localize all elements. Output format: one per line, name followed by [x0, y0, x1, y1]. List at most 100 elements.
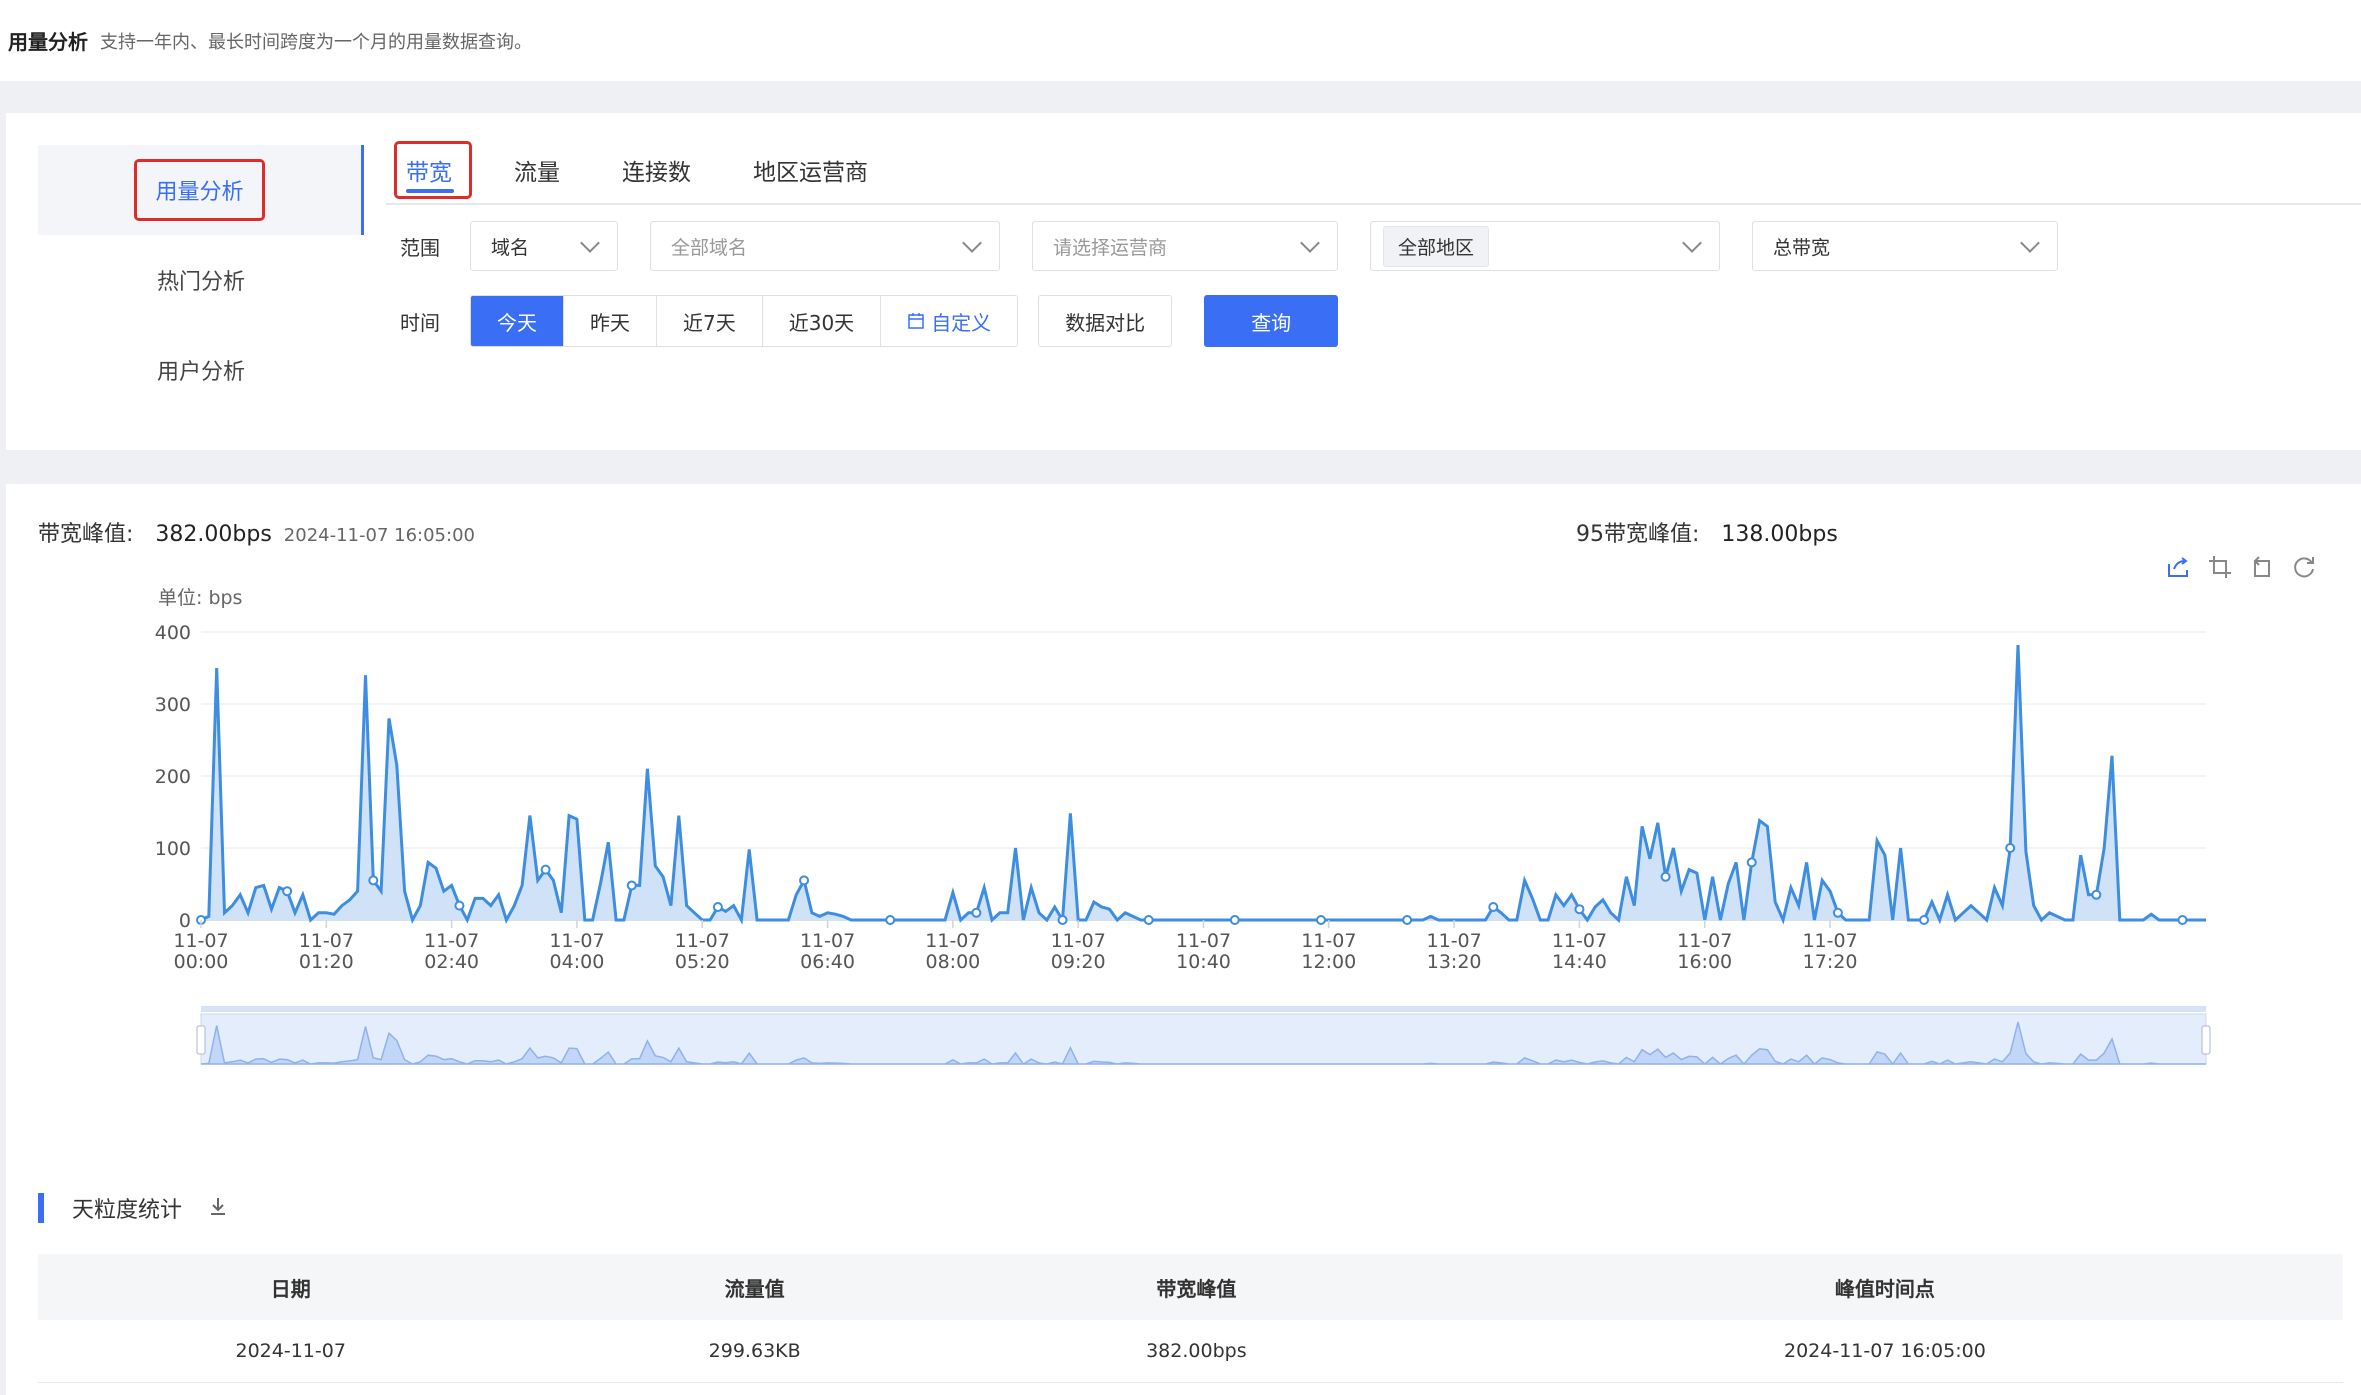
table-cell: 382.00bps — [965, 1320, 1427, 1383]
tab-region-isp[interactable]: 地区运营商 — [753, 143, 868, 203]
chevron-down-icon — [1300, 233, 1320, 253]
table-cell: 2024-11-07 16:05:00 — [1426, 1320, 2343, 1383]
p95-label: 95带宽峰值: — [1576, 522, 1700, 547]
sidebar-item-user-analysis[interactable]: 用户分析 — [38, 325, 364, 415]
x-tick-time: 01:20 — [299, 951, 354, 973]
region-select[interactable]: 全部地区 — [1370, 221, 1720, 271]
download-icon[interactable] — [208, 1196, 228, 1221]
scope-row: 范围 域名 全部域名 请选择运营商 全部地区 总带宽 — [400, 221, 2090, 271]
x-tick-date: 11-07 — [925, 930, 980, 952]
data-zoom-slider[interactable] — [196, 1006, 2211, 1066]
y-axis-ticks: 0 100 200 300 400 — [155, 622, 191, 932]
series-point — [368, 875, 379, 886]
series-point — [712, 902, 723, 913]
section-title: 天粒度统计 — [72, 1198, 183, 1223]
select-value: 总带宽 — [1773, 236, 1831, 259]
sidebar-item-hot-analysis[interactable]: 热门分析 — [38, 235, 364, 325]
section-accent-bar — [38, 1193, 44, 1223]
compare-button[interactable]: 数据对比 — [1038, 295, 1173, 347]
query-button[interactable]: 查询 — [1204, 295, 1339, 347]
isp-select[interactable]: 请选择运营商 — [1032, 221, 1338, 271]
column-header: 流量值 — [543, 1254, 966, 1320]
scope-type-select[interactable]: 域名 — [470, 221, 618, 271]
y-tick-label: 400 — [155, 622, 191, 644]
daily-stats-table: 日期 流量值 带宽峰值 峰值时间点 2024-11-07 299.63KB 38… — [38, 1254, 2343, 1383]
x-tick-time: 08:00 — [925, 951, 980, 973]
series-point — [1229, 915, 1240, 925]
select-value: 域名 — [491, 236, 530, 259]
sidebar-item-label: 用量分析 — [134, 159, 265, 221]
time-yesterday-button[interactable]: 昨天 — [564, 296, 657, 346]
p95-value: 138.00bps — [1721, 522, 1838, 547]
tab-traffic[interactable]: 流量 — [514, 143, 560, 203]
x-tick-date: 11-07 — [1677, 930, 1732, 952]
zoom-area-icon[interactable] — [2207, 554, 2233, 580]
tab-label: 地区运营商 — [753, 160, 868, 186]
sidebar-item-label: 热门分析 — [156, 270, 245, 295]
column-header: 日期 — [38, 1254, 544, 1320]
x-tick-time: 09:20 — [1051, 951, 1106, 973]
zoom-handle-bar — [201, 1006, 2206, 1012]
x-tick-date: 11-07 — [1176, 930, 1231, 952]
y-tick-label: 300 — [155, 694, 191, 716]
chart-toolbox — [2165, 554, 2317, 580]
chart-grid — [201, 631, 2206, 921]
bandwidth-series-line — [200, 644, 2206, 925]
series-point — [1488, 902, 1499, 913]
bandwidth-type-select[interactable]: 总带宽 — [1752, 221, 2058, 271]
y-tick-label: 100 — [155, 838, 191, 860]
x-tick-time: 10:40 — [1176, 951, 1231, 973]
select-placeholder: 全部域名 — [671, 236, 748, 259]
x-tick-time: 13:20 — [1427, 951, 1482, 973]
series-point — [799, 875, 810, 886]
tab-bandwidth[interactable]: 带宽 — [394, 141, 472, 203]
time-7days-button[interactable]: 近7天 — [657, 296, 763, 346]
x-tick-time: 05:20 — [675, 951, 730, 973]
page-description: 支持一年内、最长时间跨度为一个月的用量数据查询。 — [100, 31, 532, 53]
x-axis-ticks: 11-0700:0011-0701:2011-0702:4011-0704:00… — [173, 920, 1858, 973]
series-point — [282, 886, 293, 897]
series-point — [1574, 904, 1585, 915]
y-axis-unit-label: 单位: bps — [158, 587, 242, 609]
page-header: 用量分析 支持一年内、最长时间跨度为一个月的用量数据查询。 — [0, 0, 2361, 81]
time-today-button[interactable]: 今天 — [471, 296, 564, 346]
time-custom-button[interactable]: 自定义 — [881, 296, 1018, 346]
page-title: 用量分析 — [8, 30, 88, 54]
zoom-reset-icon[interactable] — [2249, 554, 2275, 580]
save-image-icon[interactable] — [2165, 554, 2191, 580]
chevron-down-icon — [580, 233, 600, 253]
filter-panel: 用量分析 热门分析 用户分析 带宽 流量 连接数 地区运营商 范围 域名 全部域… — [6, 113, 2361, 450]
x-tick-time: 16:00 — [1677, 951, 1732, 973]
peak-value: 382.00bps — [155, 522, 272, 547]
tab-connections[interactable]: 连接数 — [622, 143, 691, 203]
y-tick-label: 200 — [155, 766, 191, 788]
series-point — [2005, 843, 2016, 853]
x-tick-date: 11-07 — [800, 930, 855, 952]
refresh-icon[interactable] — [2291, 554, 2317, 580]
series-point — [1057, 915, 1068, 925]
zoom-handle-right — [2201, 1025, 2211, 1055]
table-cell: 299.63KB — [543, 1320, 966, 1383]
chevron-down-icon — [962, 233, 982, 253]
x-tick-time: 17:20 — [1803, 951, 1858, 973]
time-30days-button[interactable]: 近30天 — [762, 296, 882, 346]
series-point — [1746, 857, 1757, 868]
tab-label: 流量 — [514, 160, 560, 186]
bandwidth-chart[interactable]: 单位: bps 0 100 200 300 400 11-0700:0011-0701:… — [6, 584, 2361, 1164]
select-placeholder: 请选择运营商 — [1053, 236, 1168, 259]
peak-stat: 带宽峰值: 382.00bps 2024-11-07 16:05:00 — [38, 516, 475, 548]
x-tick-time: 02:40 — [424, 951, 479, 973]
series-point — [2177, 915, 2188, 925]
x-tick-date: 11-07 — [424, 930, 479, 952]
series-point — [1832, 907, 1843, 918]
sidebar-nav: 用量分析 热门分析 用户分析 — [38, 145, 364, 415]
chart-panel: 带宽峰值: 382.00bps 2024-11-07 16:05:00 95带宽… — [6, 484, 2361, 1395]
table-row: 2024-11-07 299.63KB 382.00bps 2024-11-07… — [38, 1320, 2343, 1383]
x-tick-date: 11-07 — [1552, 930, 1607, 952]
sidebar-item-usage-analysis[interactable]: 用量分析 — [38, 145, 364, 235]
x-tick-date: 11-07 — [299, 930, 354, 952]
domain-select[interactable]: 全部域名 — [650, 221, 1000, 271]
scope-label: 范围 — [400, 235, 440, 260]
zoom-track — [200, 1013, 2207, 1065]
y-tick-label: 0 — [179, 910, 191, 932]
